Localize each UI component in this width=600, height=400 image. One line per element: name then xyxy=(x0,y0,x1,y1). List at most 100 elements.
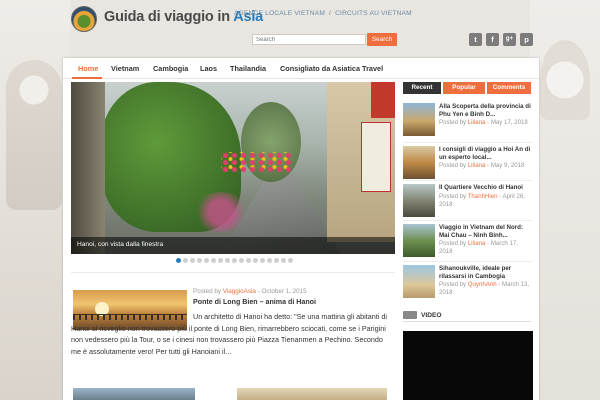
next-post-thumbnail-right[interactable] xyxy=(237,388,387,400)
sidebar-post-meta: Posted by Liliana - May 9, 2018 xyxy=(439,162,531,170)
main-container: Home Vietnam Cambogia Laos Thailandia Co… xyxy=(63,58,539,400)
slider-umbrellas xyxy=(221,152,291,172)
next-post-thumbnail-left[interactable] xyxy=(73,388,195,400)
post-meta-prefix: Posted by xyxy=(193,288,223,295)
sidebar-tabs: Recent Popular Comments xyxy=(403,82,531,94)
google-plus-icon[interactable]: g+ xyxy=(503,33,516,46)
slider-dot[interactable] xyxy=(281,258,286,263)
sidebar-post-item[interactable]: Il Quartiere Vecchio di Hanoi Posted by … xyxy=(403,184,533,224)
slider-dot[interactable] xyxy=(288,258,293,263)
sidebar-post-date: May 9, 2018 xyxy=(490,162,525,169)
nav-item-home[interactable]: Home xyxy=(78,64,98,73)
slider-flowers xyxy=(191,192,251,232)
slider-dot[interactable] xyxy=(274,258,279,263)
top-link-agence[interactable]: AGENCE LOCALE VIETNAM xyxy=(234,10,325,17)
sidebar-divider xyxy=(403,261,533,262)
slider-dot[interactable] xyxy=(267,258,272,263)
sidebar-divider xyxy=(403,220,533,221)
post-excerpt: Un architetto di Hanoi ha detto: "Se una… xyxy=(71,312,387,356)
sidebar-post-item[interactable]: Alla Scoperta della provincia di Phu Yen… xyxy=(403,103,533,143)
slider-dot[interactable] xyxy=(225,258,230,263)
sidebar-post-thumbnail[interactable] xyxy=(403,103,435,136)
top-link-separator: / xyxy=(329,10,332,17)
site-logo[interactable] xyxy=(71,6,97,32)
sidebar-post-author[interactable]: ThanhHien xyxy=(468,193,498,200)
sidebar-post-author[interactable]: QuynhAnh xyxy=(468,281,497,288)
sidebar-divider xyxy=(403,180,533,181)
video-player[interactable] xyxy=(403,331,533,400)
sidebar-post-item[interactable]: Viaggio in Vietnam del Nord: Mai Chau – … xyxy=(403,224,533,264)
sidebar-post-title[interactable]: I consigli di viaggio a Hoi An di un esp… xyxy=(439,146,531,162)
top-links: AGENCE LOCALE VIETNAM / CIRCUITS AU VIETNA… xyxy=(234,10,412,17)
nav-item-laos[interactable]: Laos xyxy=(200,64,217,73)
slider-red-sign xyxy=(371,82,395,118)
search-button[interactable]: Search xyxy=(367,33,397,46)
post-meta: Posted by ViaggioAsia - October 1, 2015 xyxy=(193,288,307,295)
slider-dot[interactable] xyxy=(218,258,223,263)
top-link-circuits[interactable]: CIRCUITS AU VIETNAM xyxy=(335,10,412,17)
slider-dot[interactable] xyxy=(260,258,265,263)
video-section-header: VIDEO xyxy=(403,310,531,322)
sidebar-post-meta: Posted by QuynhAnh - March 13, 2018 xyxy=(439,281,531,297)
nav-item-thailandia[interactable]: Thailandia xyxy=(230,64,266,73)
tab-recent[interactable]: Recent xyxy=(403,82,441,94)
video-label: VIDEO xyxy=(421,312,442,319)
nav-item-vietnam[interactable]: Vietnam xyxy=(111,64,139,73)
post-title[interactable]: Ponte di Long Bien – anima di Hanoi xyxy=(193,298,316,306)
slider-caption: Hanoi, con vista dalla finestra xyxy=(71,237,395,254)
slider-dot[interactable] xyxy=(246,258,251,263)
post-date: October 1, 2015 xyxy=(261,288,307,295)
slider-dot[interactable] xyxy=(190,258,195,263)
pinterest-icon[interactable]: p xyxy=(520,33,533,46)
sidebar-post-item[interactable]: Sihanoukville, ideale per rilassarsi in … xyxy=(403,265,533,305)
background-left-decoration xyxy=(0,0,70,400)
sidebar-post-author[interactable]: Liliana xyxy=(468,240,486,247)
slider-shop-sign xyxy=(361,122,391,192)
sidebar-post-meta: Posted by Liliana - March 17, 2018 xyxy=(439,240,531,256)
nav-item-consigliato[interactable]: Consigliato da Asiatica Travel xyxy=(280,64,383,73)
sidebar-meta-prefix: Posted by xyxy=(439,162,468,169)
slider-dot[interactable] xyxy=(211,258,216,263)
main-nav: Home Vietnam Cambogia Laos Thailandia Co… xyxy=(63,58,539,79)
post-author-link[interactable]: ViaggioAsia xyxy=(223,288,256,295)
sidebar-post-title[interactable]: Viaggio in Vietnam del Nord: Mai Chau – … xyxy=(439,224,531,240)
sidebar-post-title[interactable]: Sihanoukville, ideale per rilassarsi in … xyxy=(439,265,531,281)
nav-active-underline xyxy=(72,77,102,79)
buddha-statue-image xyxy=(6,60,62,210)
tab-popular[interactable]: Popular xyxy=(443,82,485,94)
sidebar-post-thumbnail[interactable] xyxy=(403,184,435,217)
nav-item-cambogia[interactable]: Cambogia xyxy=(153,64,188,73)
site-title-main: Guida di viaggio in xyxy=(104,9,234,25)
content-divider xyxy=(71,272,395,273)
twitter-icon[interactable]: t xyxy=(469,33,482,46)
sidebar-post-title[interactable]: Alla Scoperta della provincia di Phu Yen… xyxy=(439,103,531,119)
slider-dot[interactable] xyxy=(253,258,258,263)
slider-dot[interactable] xyxy=(197,258,202,263)
sidebar-meta-prefix: Posted by xyxy=(439,281,468,288)
facebook-icon[interactable]: f xyxy=(486,33,499,46)
sidebar-post-thumbnail[interactable] xyxy=(403,146,435,179)
tab-comments[interactable]: Comments xyxy=(487,82,531,94)
sidebar-post-meta: Posted by ThanhHien - April 26, 2018 xyxy=(439,193,531,209)
sidebar-post-meta: Posted by Liliana - May 17, 2018 xyxy=(439,119,531,127)
sidebar-post-thumbnail[interactable] xyxy=(403,224,435,257)
sidebar-meta-prefix: Posted by xyxy=(439,193,468,200)
sidebar-post-author[interactable]: Liliana xyxy=(468,162,486,169)
site-header: Guida di viaggio in Asia AGENCE LOCALE V… xyxy=(0,0,600,56)
slider-dot[interactable] xyxy=(232,258,237,263)
video-camera-icon xyxy=(403,311,417,319)
slider-dot[interactable] xyxy=(204,258,209,263)
search-input[interactable] xyxy=(252,34,366,45)
sidebar-divider xyxy=(403,142,533,143)
sidebar-post-title[interactable]: Il Quartiere Vecchio di Hanoi xyxy=(439,184,531,192)
background-right-decoration xyxy=(530,0,600,400)
sidebar-post-author[interactable]: Liliana xyxy=(468,119,486,126)
slider-dot[interactable] xyxy=(183,258,188,263)
sidebar-meta-prefix: Posted by xyxy=(439,119,468,126)
sidebar-post-thumbnail[interactable] xyxy=(403,265,435,298)
image-slider[interactable]: Hanoi, con vista dalla finestra xyxy=(71,82,395,254)
slider-dot[interactable] xyxy=(176,258,181,263)
sidebar-meta-prefix: Posted by xyxy=(439,240,468,247)
sidebar-post-date: May 17, 2018 xyxy=(490,119,528,126)
slider-dot[interactable] xyxy=(239,258,244,263)
